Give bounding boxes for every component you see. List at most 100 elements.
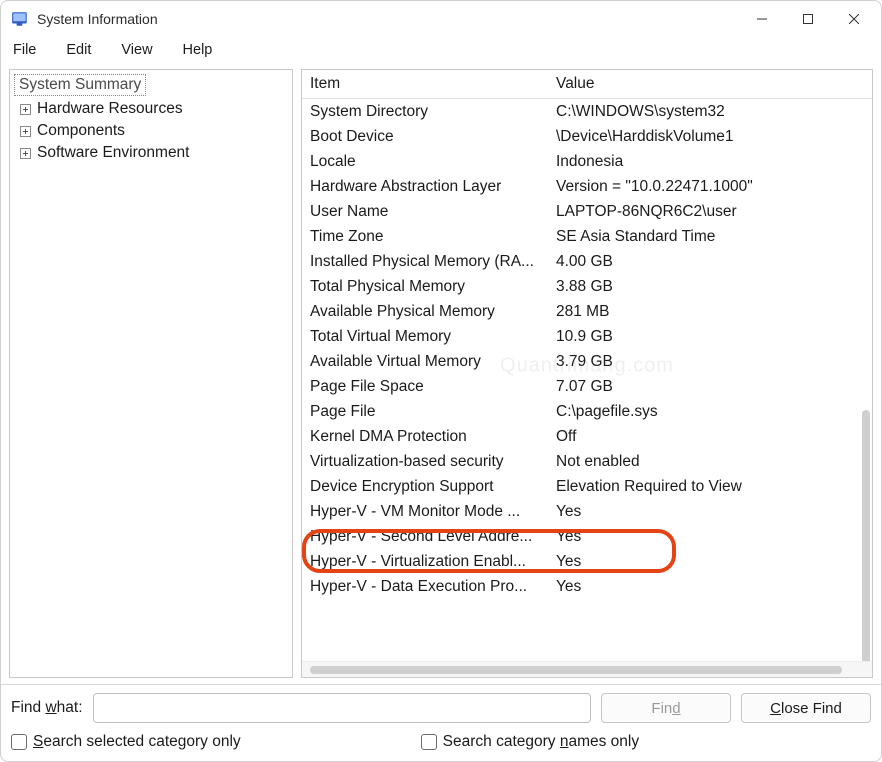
table-row[interactable]: Hyper-V - Second Level Addre...Yes: [302, 524, 872, 549]
tree-item-label: Components: [37, 122, 125, 140]
table-row[interactable]: Boot Device\Device\HarddiskVolume1: [302, 124, 872, 149]
table-row[interactable]: Device Encryption SupportElevation Requi…: [302, 474, 872, 499]
menubar: File Edit View Help: [1, 37, 881, 63]
expand-icon[interactable]: [20, 126, 31, 137]
cell-item: Boot Device: [302, 124, 548, 149]
cell-item: Hyper-V - Second Level Addre...: [302, 524, 548, 549]
find-bar: Find what: Find Close Find Search select…: [1, 684, 881, 761]
table-row[interactable]: Time ZoneSE Asia Standard Time: [302, 224, 872, 249]
menu-view[interactable]: View: [115, 40, 158, 60]
tree-item-hardware-resources[interactable]: Hardware Resources: [12, 98, 290, 120]
tree-root[interactable]: System Summary: [14, 74, 146, 96]
cell-value: Off: [548, 424, 872, 449]
cell-value: 7.07 GB: [548, 374, 872, 399]
cell-item: Kernel DMA Protection: [302, 424, 548, 449]
cell-value: C:\pagefile.sys: [548, 399, 872, 424]
find-input[interactable]: [93, 693, 591, 723]
table-row[interactable]: Installed Physical Memory (RA...4.00 GB: [302, 249, 872, 274]
cell-item: Available Physical Memory: [302, 299, 548, 324]
cell-value: 3.88 GB: [548, 274, 872, 299]
table-row[interactable]: Total Virtual Memory10.9 GB: [302, 324, 872, 349]
cell-item: Page File Space: [302, 374, 548, 399]
cell-value: Yes: [548, 549, 872, 574]
maximize-button[interactable]: [785, 4, 831, 34]
cell-item: Page File: [302, 399, 548, 424]
minimize-button[interactable]: [739, 4, 785, 34]
cell-value: 4.00 GB: [548, 249, 872, 274]
cell-item: Total Physical Memory: [302, 274, 548, 299]
cell-value: 281 MB: [548, 299, 872, 324]
details-table: Item Value System DirectoryC:\WINDOWS\sy…: [302, 70, 872, 599]
search-category-names-checkbox[interactable]: Search category names only: [421, 733, 639, 751]
cell-item: System Directory: [302, 99, 548, 125]
window-controls: [739, 4, 877, 34]
expand-icon[interactable]: [20, 148, 31, 159]
find-label: Find what:: [11, 699, 83, 717]
table-row[interactable]: Available Virtual Memory3.79 GB: [302, 349, 872, 374]
cell-item: Hardware Abstraction Layer: [302, 174, 548, 199]
tree-item-software-environment[interactable]: Software Environment: [12, 142, 290, 164]
table-row[interactable]: User NameLAPTOP-86NQR6C2\user: [302, 199, 872, 224]
table-row[interactable]: Kernel DMA ProtectionOff: [302, 424, 872, 449]
cell-value: Indonesia: [548, 149, 872, 174]
vertical-scrollbar[interactable]: [862, 410, 870, 661]
cell-value: Yes: [548, 524, 872, 549]
table-row[interactable]: System DirectoryC:\WINDOWS\system32: [302, 99, 872, 125]
window-title: System Information: [37, 11, 158, 27]
cell-item: Device Encryption Support: [302, 474, 548, 499]
cell-value: Version = "10.0.22471.1000": [548, 174, 872, 199]
expand-icon[interactable]: [20, 104, 31, 115]
details-pane: Item Value System DirectoryC:\WINDOWS\sy…: [301, 69, 873, 678]
table-row[interactable]: Hyper-V - Virtualization Enabl...Yes: [302, 549, 872, 574]
tree-item-label: Software Environment: [37, 144, 190, 162]
cell-item: Total Virtual Memory: [302, 324, 548, 349]
menu-edit[interactable]: Edit: [60, 40, 97, 60]
cell-item: Locale: [302, 149, 548, 174]
main-split: System Summary Hardware Resources Compon…: [1, 63, 881, 684]
col-value[interactable]: Value: [548, 70, 872, 99]
horizontal-scrollbar[interactable]: [302, 661, 872, 677]
checkbox-icon: [421, 734, 437, 750]
table-row[interactable]: Virtualization-based securityNot enabled: [302, 449, 872, 474]
cell-item: Hyper-V - Data Execution Pro...: [302, 574, 548, 599]
cell-item: Installed Physical Memory (RA...: [302, 249, 548, 274]
cell-item: Hyper-V - VM Monitor Mode ...: [302, 499, 548, 524]
table-row[interactable]: Page FileC:\pagefile.sys: [302, 399, 872, 424]
cell-value: LAPTOP-86NQR6C2\user: [548, 199, 872, 224]
cell-item: User Name: [302, 199, 548, 224]
titlebar: System Information: [1, 1, 881, 37]
cell-item: Available Virtual Memory: [302, 349, 548, 374]
app-icon: [11, 10, 29, 28]
checkbox-icon: [11, 734, 27, 750]
table-row[interactable]: Hyper-V - VM Monitor Mode ...Yes: [302, 499, 872, 524]
cell-value: 3.79 GB: [548, 349, 872, 374]
tree-pane[interactable]: System Summary Hardware Resources Compon…: [9, 69, 293, 678]
search-selected-category-checkbox[interactable]: Search selected category only: [11, 733, 241, 751]
cell-value: Yes: [548, 574, 872, 599]
table-row[interactable]: Available Physical Memory281 MB: [302, 299, 872, 324]
menu-file[interactable]: File: [7, 40, 42, 60]
cell-value: Not enabled: [548, 449, 872, 474]
table-row[interactable]: Total Physical Memory3.88 GB: [302, 274, 872, 299]
cell-value: 10.9 GB: [548, 324, 872, 349]
col-item[interactable]: Item: [302, 70, 548, 99]
close-button[interactable]: [831, 4, 877, 34]
cell-value: Yes: [548, 499, 872, 524]
cell-item: Virtualization-based security: [302, 449, 548, 474]
cell-value: Elevation Required to View: [548, 474, 872, 499]
cell-item: Time Zone: [302, 224, 548, 249]
tree-item-label: Hardware Resources: [37, 100, 183, 118]
table-row[interactable]: Page File Space7.07 GB: [302, 374, 872, 399]
cell-value: C:\WINDOWS\system32: [548, 99, 872, 125]
table-row[interactable]: Hyper-V - Data Execution Pro...Yes: [302, 574, 872, 599]
close-find-button[interactable]: Close Find: [741, 693, 871, 723]
menu-help[interactable]: Help: [177, 40, 219, 60]
cell-value: \Device\HarddiskVolume1: [548, 124, 872, 149]
cell-item: Hyper-V - Virtualization Enabl...: [302, 549, 548, 574]
tree-item-components[interactable]: Components: [12, 120, 290, 142]
details-scroll[interactable]: Item Value System DirectoryC:\WINDOWS\sy…: [302, 70, 872, 661]
find-button[interactable]: Find: [601, 693, 731, 723]
table-row[interactable]: LocaleIndonesia: [302, 149, 872, 174]
cell-value: SE Asia Standard Time: [548, 224, 872, 249]
table-row[interactable]: Hardware Abstraction LayerVersion = "10.…: [302, 174, 872, 199]
